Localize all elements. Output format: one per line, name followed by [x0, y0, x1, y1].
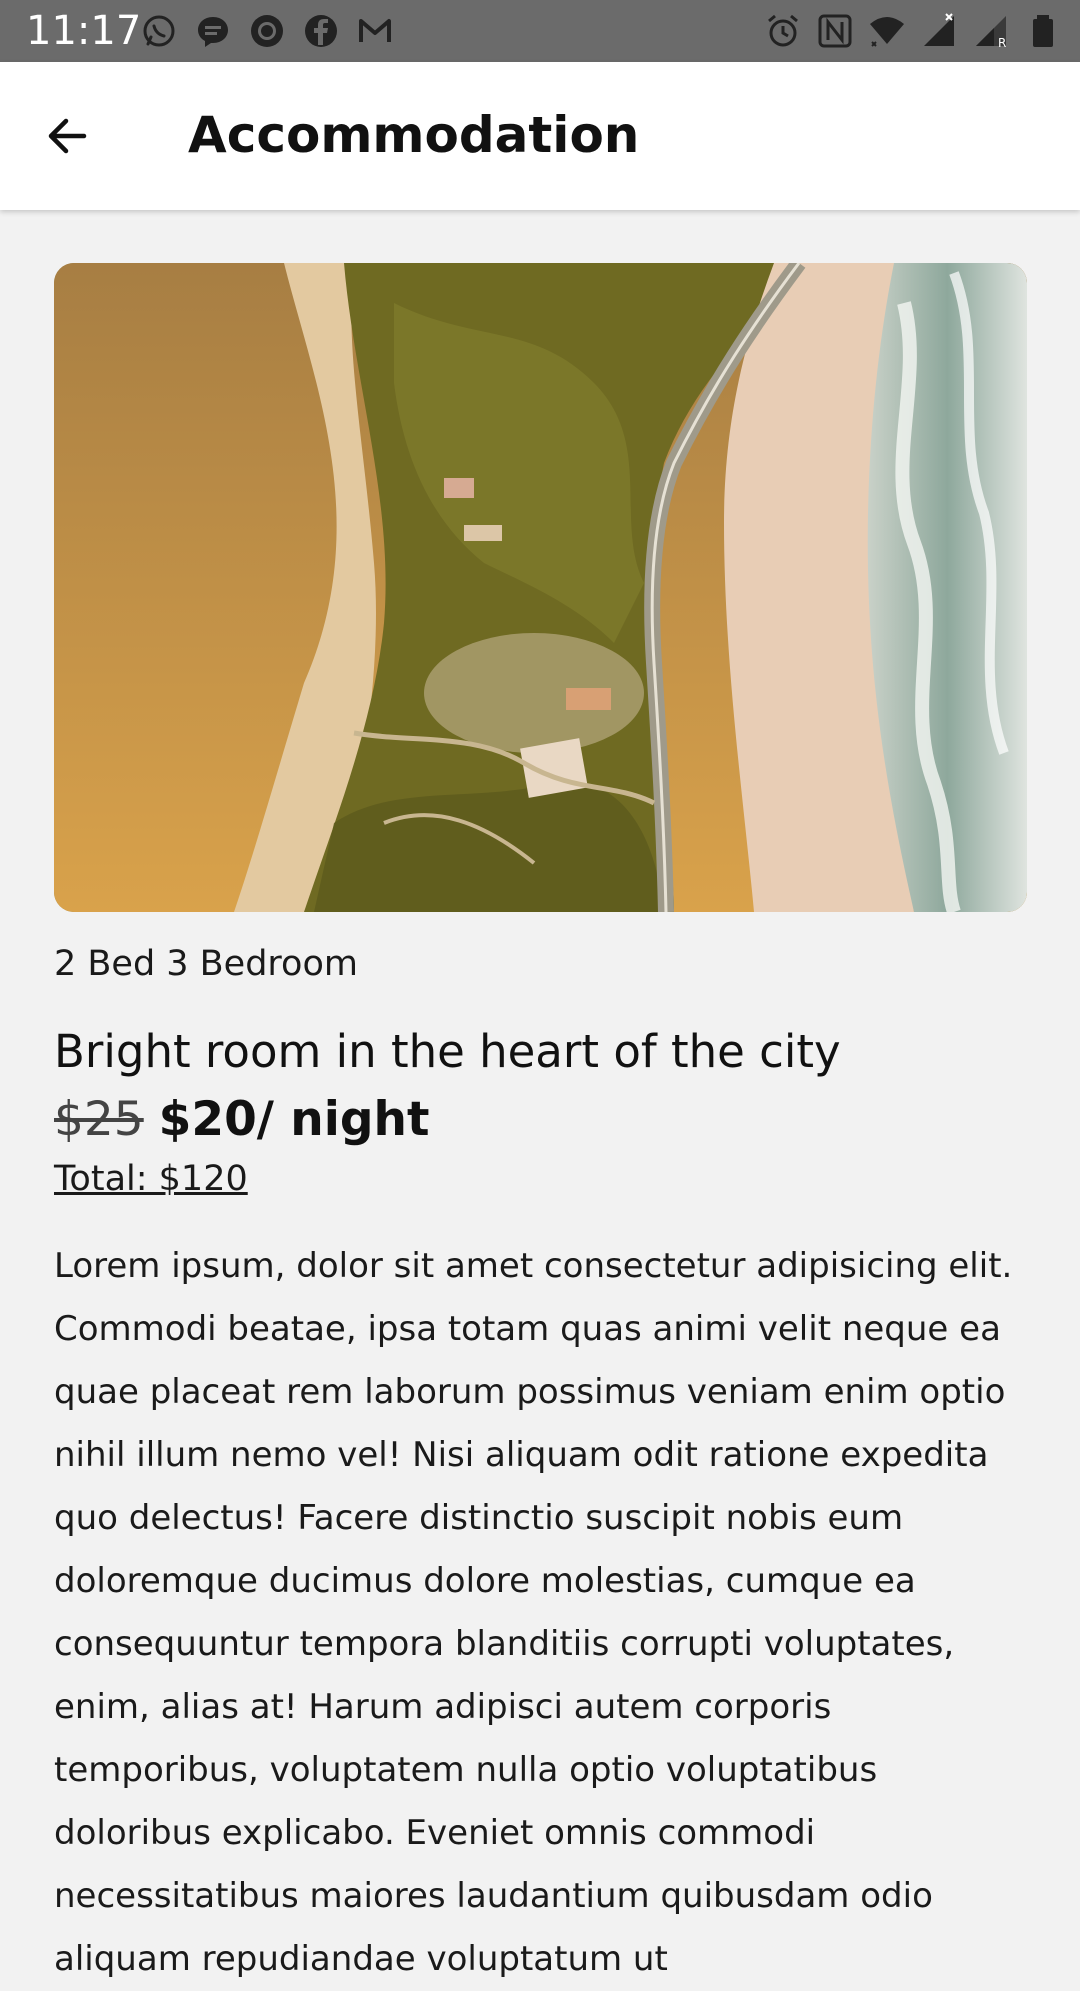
messenger-icon [198, 17, 228, 47]
listing-description: Lorem ipsum, dolor sit amet consectetur … [54, 1246, 1013, 1979]
room-type: 2 Bed 3 Bedroom [54, 944, 358, 984]
facebook-icon [305, 15, 337, 47]
listing-title: Bright room in the heart of the city [54, 1025, 841, 1078]
signal-roaming-icon: R [976, 16, 1006, 50]
signal-icon [924, 13, 954, 46]
svg-text:R: R [998, 36, 1006, 50]
notification-icons [140, 12, 394, 50]
total-price-link[interactable]: Total: $120 [54, 1155, 248, 1203]
wifi-icon [870, 17, 904, 47]
system-icons: R [764, 12, 1062, 50]
page-title: Accommodation [188, 106, 640, 164]
gmail-icon [359, 19, 391, 42]
whatsapp-icon [143, 15, 175, 47]
status-time: 11:17 [26, 8, 142, 54]
nfc-icon [818, 14, 852, 48]
alarm-icon [768, 14, 798, 47]
aerial-coast-image [54, 263, 1027, 912]
battery-icon [1033, 15, 1053, 47]
price-row: $25 $20/ night [54, 1088, 429, 1152]
record-icon [251, 15, 283, 47]
old-price: $25 [54, 1092, 144, 1147]
back-button[interactable] [28, 106, 108, 166]
app-bar: Accommodation [0, 62, 1080, 210]
status-bar: 11:17 R [0, 0, 1080, 62]
price-unit: / night [256, 1092, 430, 1147]
arrow-back-icon [48, 118, 87, 154]
accommodation-photo [54, 263, 1027, 912]
new-price: $20 [158, 1092, 257, 1147]
